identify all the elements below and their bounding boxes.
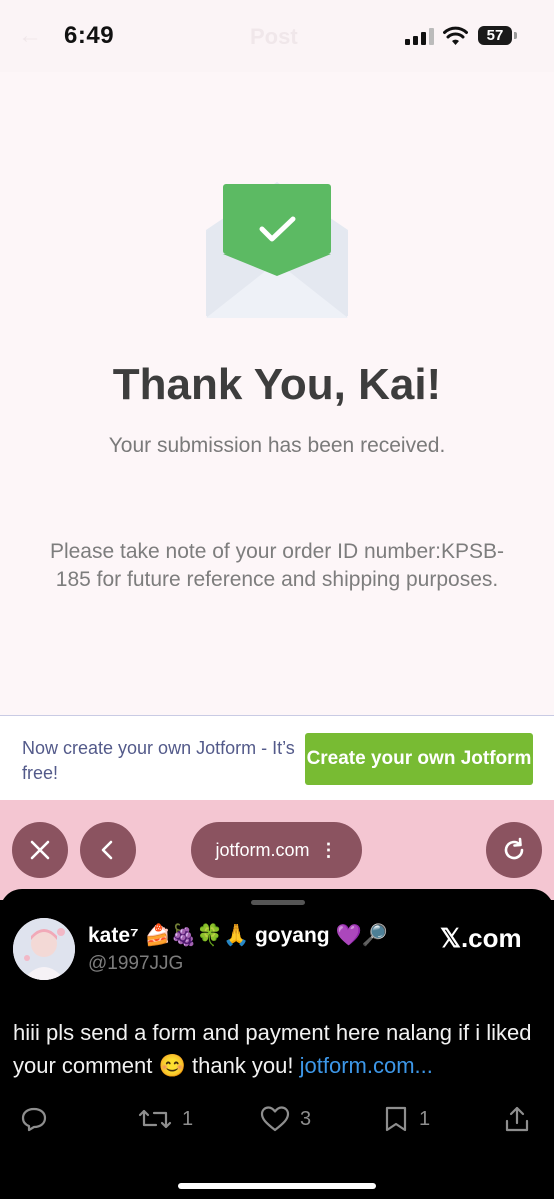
url-text: jotform.com <box>215 839 310 860</box>
tweet-link[interactable]: jotform.com... <box>300 1053 433 1078</box>
close-browser-button[interactable] <box>12 822 68 878</box>
bookmark-count: 1 <box>419 1107 431 1130</box>
jotform-promo-bar: Now create your own Jotform - It’s free!… <box>0 715 554 801</box>
more-icon[interactable]: ⋮ <box>320 840 338 861</box>
reply-icon <box>21 1107 47 1132</box>
wifi-icon <box>443 26 468 45</box>
like-button[interactable]: 3 <box>260 1099 311 1139</box>
retweet-count: 1 <box>182 1107 194 1130</box>
order-id-note: Please take note of your order ID number… <box>49 540 505 591</box>
tweet-text: hiii pls send a form and payment here na… <box>13 1016 543 1082</box>
heart-icon <box>260 1106 290 1132</box>
tweet-actions: 1 3 1 <box>0 1099 554 1139</box>
back-icon <box>101 840 113 860</box>
bookmark-button[interactable]: 1 <box>383 1099 430 1139</box>
avatar[interactable] <box>13 918 75 980</box>
form-page <box>0 0 554 716</box>
promo-text: Now create your own Jotform - It’s free! <box>22 738 295 783</box>
thank-you-heading: Thank You, Kai! <box>112 360 442 409</box>
home-indicator <box>178 1183 376 1189</box>
close-icon <box>30 840 50 860</box>
avatar-image <box>13 918 75 980</box>
reload-icon <box>504 837 524 860</box>
battery-cap <box>514 32 517 39</box>
envelope-check-icon <box>206 182 348 318</box>
share-icon <box>505 1106 529 1132</box>
reload-button[interactable] <box>486 822 542 878</box>
tweet-display-name[interactable]: kate⁷ 🍰🍇🍀🙏 goyang 💜🔎 <box>88 924 388 948</box>
tweet-sheet: kate⁷ 🍰🍇🍀🙏 goyang 💜🔎 @1997JJG 𝕏.com hiii… <box>0 889 554 1199</box>
create-jotform-button[interactable]: Create your own Jotform <box>305 733 533 785</box>
bookmark-icon <box>385 1106 407 1132</box>
battery-indicator: 57 <box>478 26 512 45</box>
like-count: 3 <box>300 1107 312 1130</box>
status-bar: ← 6:49 Post 57 <box>0 0 554 72</box>
url-pill[interactable]: jotform.com ⋮ <box>191 822 362 878</box>
back-arrow-icon[interactable]: ← <box>18 22 42 50</box>
x-com-label[interactable]: 𝕏.com <box>440 923 522 954</box>
submission-received-text: Your submission has been received. <box>108 434 446 457</box>
faded-page-title: Post <box>250 24 298 49</box>
cellular-signal-icon <box>405 28 434 45</box>
tweet-body: hiii pls send a form and payment here na… <box>13 1020 532 1078</box>
retweet-icon <box>138 1109 172 1129</box>
reply-button[interactable] <box>20 1099 48 1139</box>
tweet-handle[interactable]: @1997JJG <box>88 953 183 975</box>
browser-back-button[interactable] <box>80 822 136 878</box>
status-time: 6:49 <box>64 22 115 49</box>
share-button[interactable] <box>503 1099 531 1139</box>
in-app-browser-toolbar: jotform.com ⋮ <box>0 800 554 900</box>
sheet-grabber[interactable] <box>251 900 305 905</box>
retweet-button[interactable]: 1 <box>138 1099 193 1139</box>
